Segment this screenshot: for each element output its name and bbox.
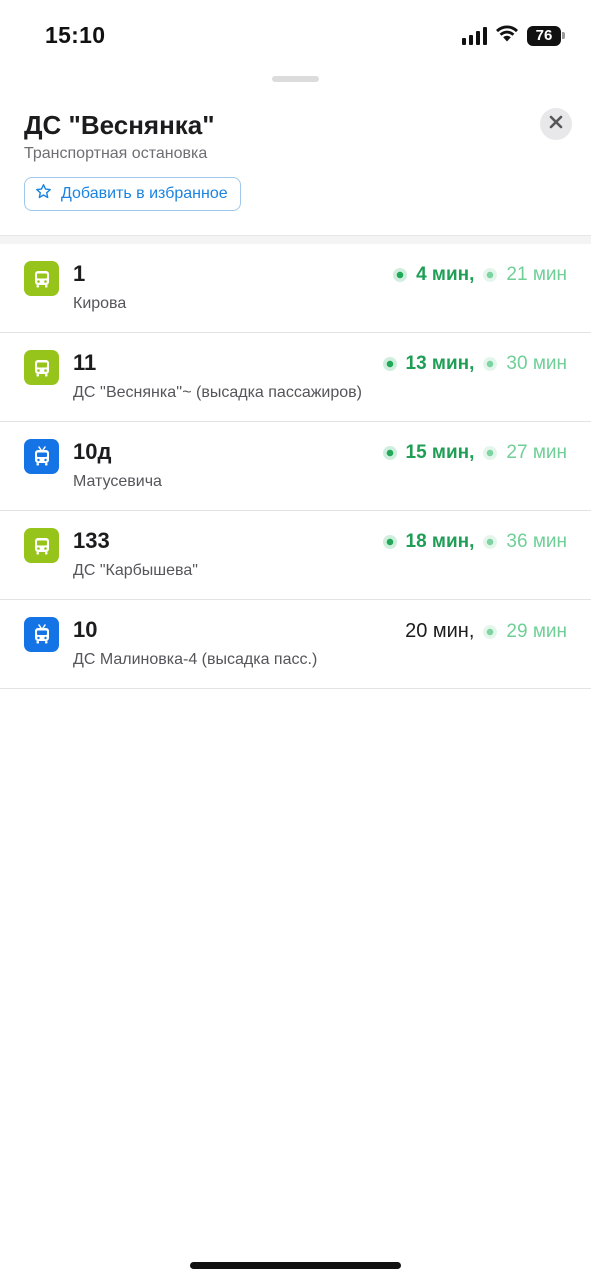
stop-header: ДС "Веснянка" Транспортная остановка Доб… [24,108,572,211]
trolleybus-icon [24,617,59,652]
route-number: 10 [73,617,98,642]
route-row[interactable]: 1 Кирова 4 мин, 21 мин [0,244,591,333]
status-bar: 15:10 76 [0,0,591,70]
bus-icon [24,350,59,385]
arrival-second: 30 мин [506,353,567,374]
trolleybus-icon [24,439,59,474]
bus-icon [24,528,59,563]
arrival-second: 21 мин [506,264,567,285]
live-dot-icon [382,357,397,371]
close-icon [549,115,563,134]
arrival-first: 13 мин, [405,353,475,374]
add-to-favorites-label: Добавить в избранное [61,185,228,202]
arrival-second: 27 мин [506,442,567,463]
route-number: 1 [73,261,86,286]
battery-level: 76 [527,25,561,46]
route-destination: ДС ''Веснянка''~ (высадка пассажиров) [73,384,362,401]
stop-subtitle: Транспортная остановка [24,145,208,162]
close-button[interactable] [540,108,572,140]
arrival-first: 15 мин, [405,442,475,463]
status-time: 15:10 [45,22,106,48]
sheet-grabber[interactable] [272,76,319,82]
route-row[interactable]: 133 ДС "Карбышева" 18 мин, 36 мин [0,511,591,600]
route-destination: Матусевича [73,473,162,490]
section-divider [0,235,591,244]
battery-icon: 76 [527,25,565,46]
route-row[interactable]: 11 ДС ''Веснянка''~ (высадка пассажиров)… [0,333,591,422]
arrival-first: 18 мин, [405,531,475,552]
live-dot-icon [483,268,498,282]
live-dot-icon [483,357,498,371]
live-dot-icon [382,446,397,460]
route-row[interactable]: 10 ДС Малиновка-4 (высадка пасс.) 20 мин… [0,600,591,689]
route-list: 1 Кирова 4 мин, 21 мин 11 ДС ''Веснянка'… [0,244,591,689]
arrival-times: 13 мин, 30 мин [382,353,567,375]
star-icon [35,183,52,205]
arrival-times: 15 мин, 27 мин [382,442,567,464]
arrival-times: 4 мин, 21 мин [393,264,567,286]
route-destination: ДС Малиновка-4 (высадка пасс.) [73,651,318,668]
signal-icon [462,26,487,45]
live-dot-icon [483,446,498,460]
route-destination: ДС "Карбышева" [73,562,198,579]
status-icons: 76 [462,24,565,47]
arrival-times: 18 мин, 36 мин [382,531,567,553]
arrival-second: 36 мин [506,531,567,552]
route-number: 10д [73,439,112,464]
live-dot-icon [483,624,498,639]
bus-icon [24,261,59,296]
route-destination: Кирова [73,295,127,312]
home-indicator[interactable] [190,1262,401,1269]
live-dot-icon [382,535,397,549]
arrival-first: 4 мин, [416,264,475,285]
live-dot-icon [483,535,498,549]
page-title: ДС "Веснянка" [24,110,215,140]
live-dot-icon [393,268,408,282]
arrival-first: 20 мин, [405,620,475,642]
arrival-times: 20 мин, 29 мин [405,620,567,643]
route-row[interactable]: 10д Матусевича 15 мин, 27 мин [0,422,591,511]
route-number: 11 [73,350,97,375]
wifi-icon [495,24,519,47]
route-number: 133 [73,528,110,553]
arrival-second: 29 мин [506,620,567,642]
add-to-favorites-button[interactable]: Добавить в избранное [24,177,241,211]
